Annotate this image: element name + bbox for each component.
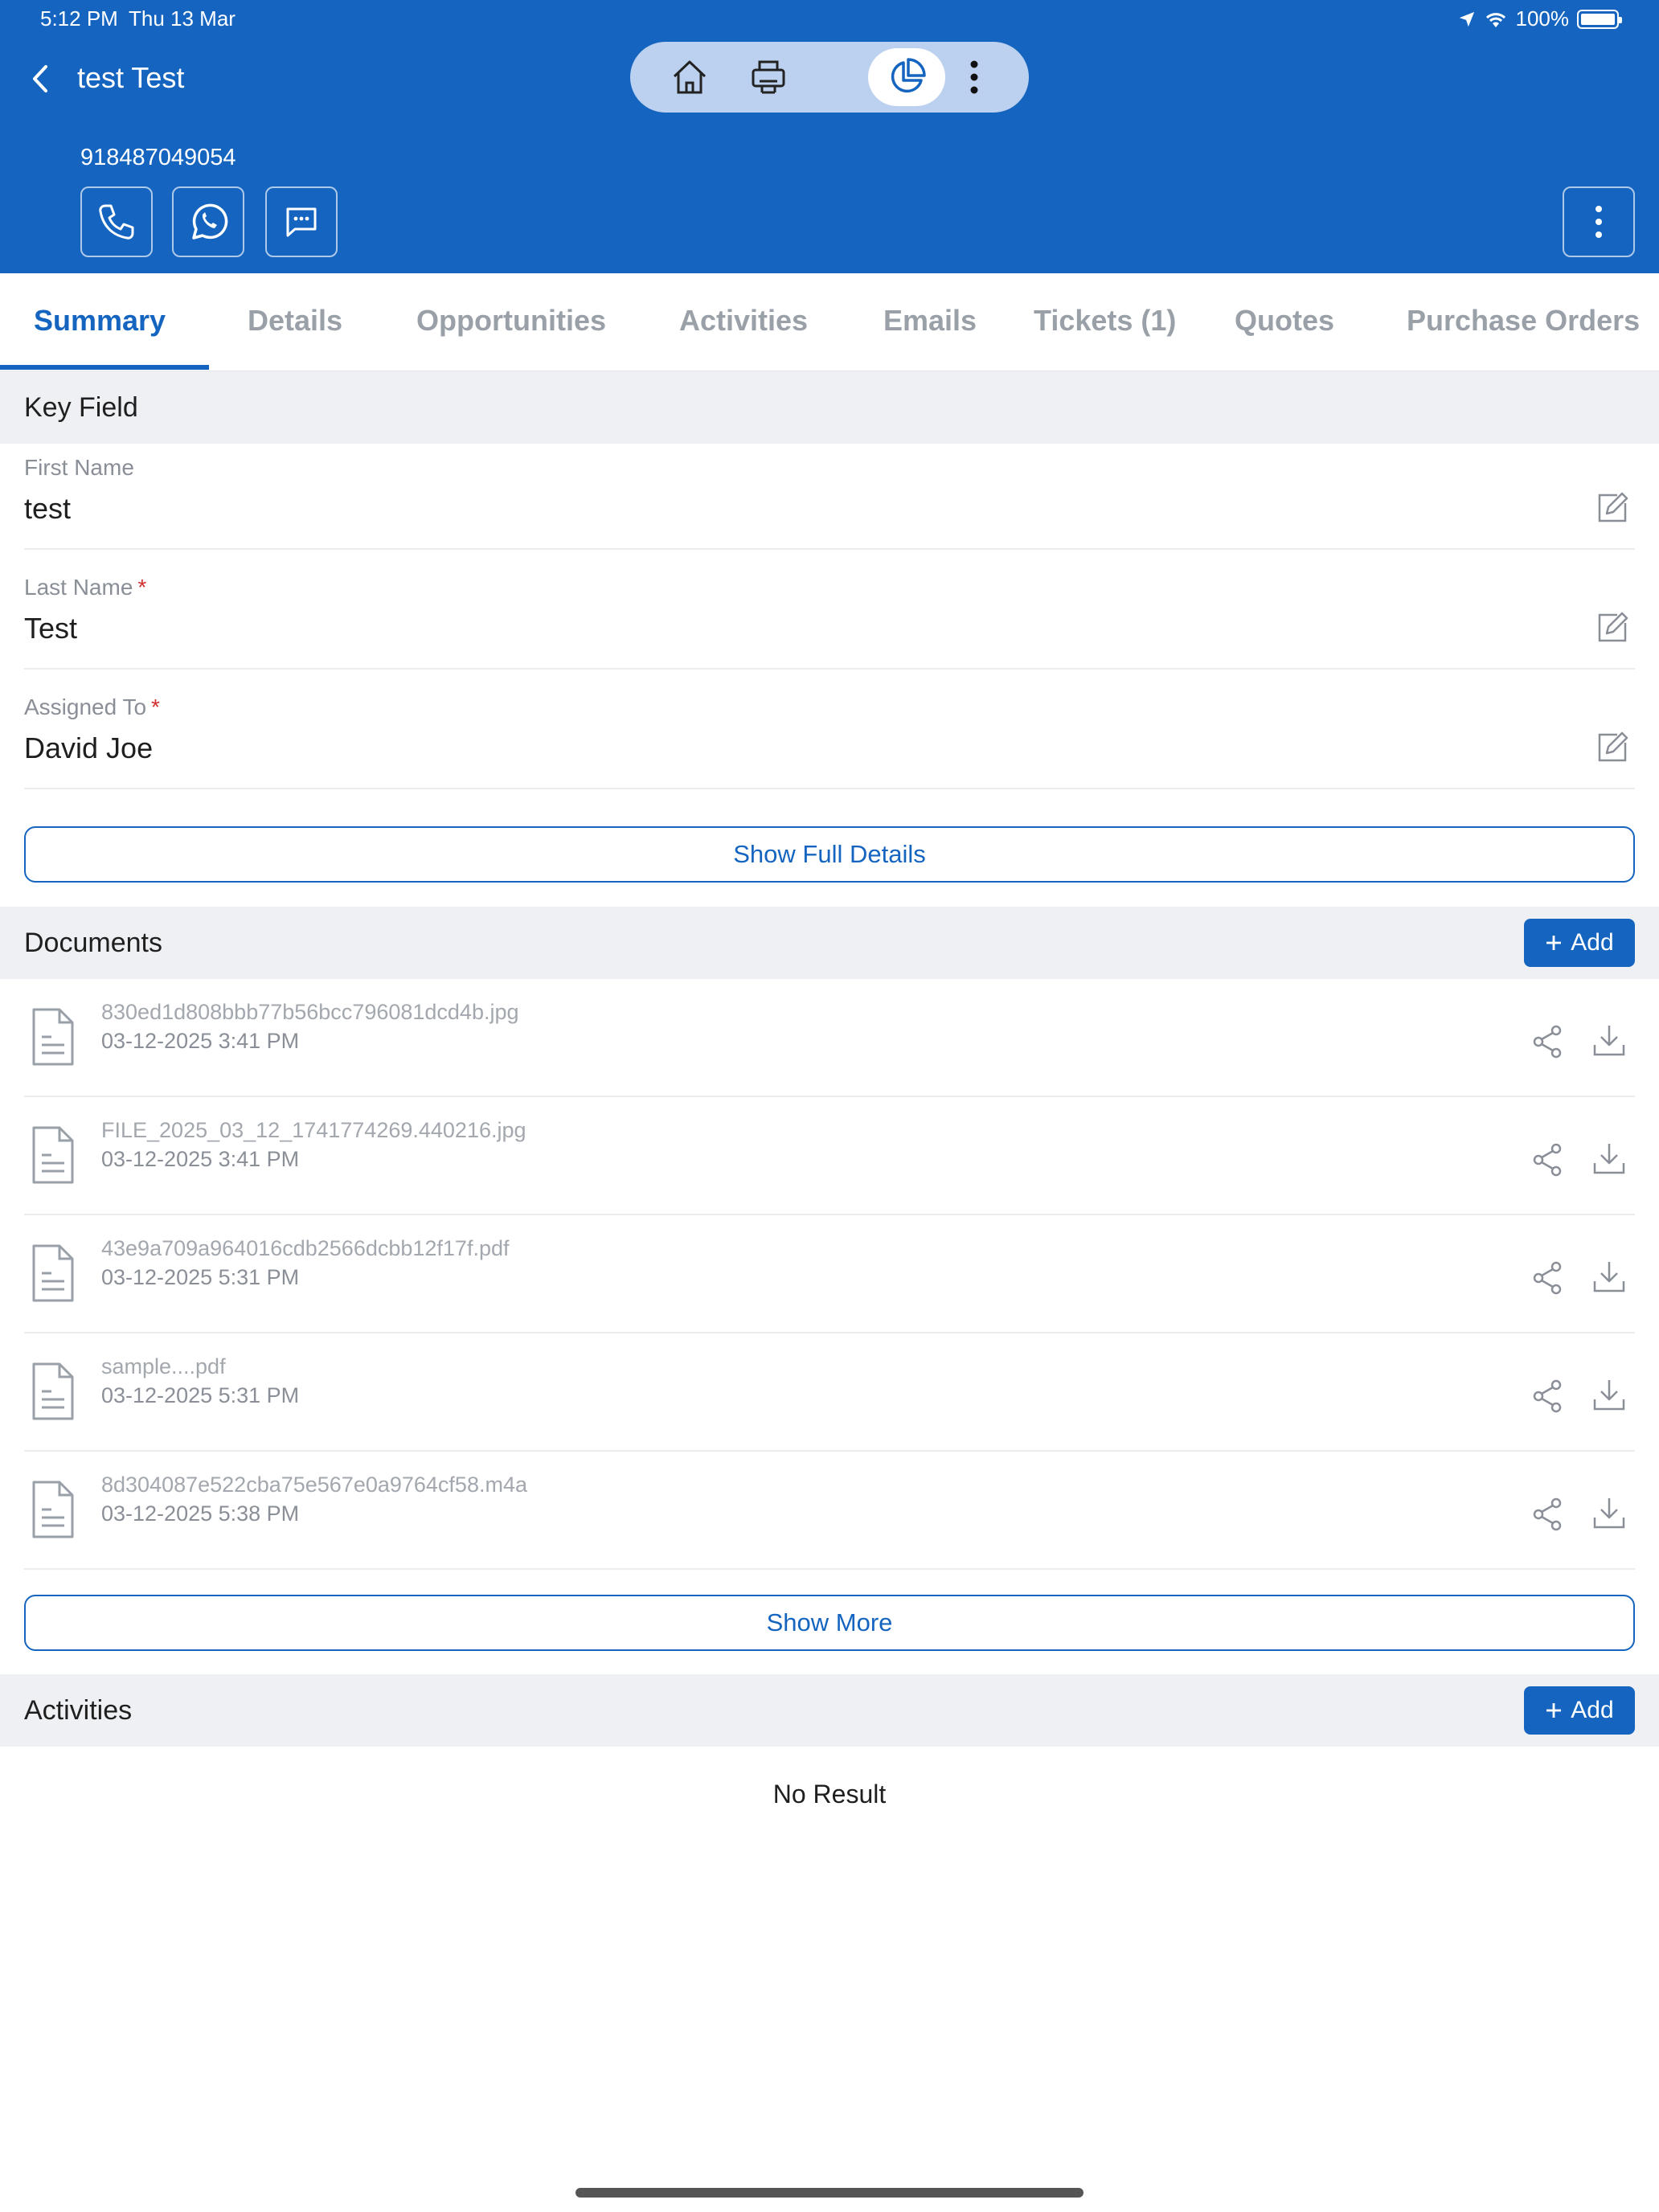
section-title: Key Field bbox=[24, 392, 138, 423]
phone-icon bbox=[99, 204, 134, 240]
edit-icon[interactable] bbox=[1595, 608, 1632, 645]
document-row[interactable]: 43e9a709a964016cdb2566dcbb12f17f.pdf 03-… bbox=[24, 1215, 1635, 1333]
download-icon[interactable] bbox=[1591, 1259, 1627, 1294]
document-name: 830ed1d808bbb77b56bcc796081dcd4b.jpg bbox=[101, 1000, 519, 1024]
field-label: Last Name * bbox=[24, 575, 147, 600]
location-icon bbox=[1459, 11, 1474, 27]
document-date: 03-12-2025 5:31 PM bbox=[101, 1383, 300, 1407]
active-tab-indicator bbox=[0, 365, 209, 370]
pie-chart-icon bbox=[891, 58, 926, 93]
back-button[interactable] bbox=[23, 56, 58, 101]
add-activity-button[interactable]: Add bbox=[1524, 1686, 1635, 1735]
tab-tickets[interactable]: Tickets (1) bbox=[1034, 273, 1176, 371]
key-field-section-header: Key Field bbox=[0, 371, 1659, 444]
document-name: sample....pdf bbox=[101, 1354, 226, 1378]
share-icon[interactable] bbox=[1530, 1260, 1566, 1296]
analytics-button[interactable] bbox=[868, 48, 945, 106]
required-marker: * bbox=[137, 575, 147, 600]
document-date: 03-12-2025 5:31 PM bbox=[101, 1265, 300, 1289]
download-icon[interactable] bbox=[1591, 1141, 1627, 1176]
call-button[interactable] bbox=[80, 186, 153, 257]
add-label: Add bbox=[1571, 1697, 1614, 1723]
tab-details[interactable]: Details bbox=[248, 273, 342, 371]
tab-activities[interactable]: Activities bbox=[679, 273, 808, 371]
document-row[interactable]: 830ed1d808bbb77b56bcc796081dcd4b.jpg 03-… bbox=[24, 979, 1635, 1097]
document-name: 8d304087e522cba75e567e0a9764cf58.m4a bbox=[101, 1473, 527, 1497]
share-icon[interactable] bbox=[1530, 1142, 1566, 1178]
field-label: Assigned To * bbox=[24, 694, 160, 719]
document-row[interactable]: sample....pdf 03-12-2025 5:31 PM bbox=[24, 1333, 1635, 1452]
documents-section-header: Documents Add bbox=[0, 907, 1659, 979]
edit-icon[interactable] bbox=[1595, 728, 1632, 765]
message-icon bbox=[286, 207, 317, 237]
add-label: Add bbox=[1571, 929, 1614, 956]
field-value: test bbox=[24, 492, 72, 525]
show-more-button[interactable]: Show More bbox=[24, 1595, 1635, 1651]
required-marker: * bbox=[151, 694, 160, 719]
field-first-name: First Name test bbox=[24, 440, 1635, 550]
download-icon[interactable] bbox=[1591, 1377, 1627, 1412]
document-icon bbox=[32, 1008, 74, 1066]
whatsapp-icon bbox=[192, 203, 228, 240]
phone-number: 918487049054 bbox=[80, 145, 236, 170]
share-icon[interactable] bbox=[1530, 1378, 1566, 1414]
app-header: 5:12 PM Thu 13 Mar 100% test Test 918487… bbox=[0, 0, 1659, 273]
download-icon[interactable] bbox=[1591, 1495, 1627, 1530]
field-value: David Joe bbox=[24, 731, 154, 764]
home-indicator[interactable] bbox=[576, 2188, 1083, 2198]
status-time: 5:12 PM bbox=[40, 6, 118, 31]
tab-summary[interactable]: Summary bbox=[34, 273, 166, 371]
wifi-icon bbox=[1485, 12, 1505, 27]
activities-section-header: Activities Add bbox=[0, 1674, 1659, 1747]
tab-opportunities[interactable]: Opportunities bbox=[416, 273, 606, 371]
share-icon[interactable] bbox=[1530, 1024, 1566, 1059]
document-name: 43e9a709a964016cdb2566dcbb12f17f.pdf bbox=[101, 1236, 510, 1260]
download-icon[interactable] bbox=[1591, 1022, 1627, 1058]
document-date: 03-12-2025 3:41 PM bbox=[101, 1029, 300, 1053]
document-name: FILE_2025_03_12_1741774269.440216.jpg bbox=[101, 1118, 526, 1142]
document-row[interactable]: FILE_2025_03_12_1741774269.440216.jpg 03… bbox=[24, 1097, 1635, 1215]
document-date: 03-12-2025 3:41 PM bbox=[101, 1147, 300, 1171]
field-value: Test bbox=[24, 612, 78, 645]
header-more-button[interactable] bbox=[1563, 186, 1635, 257]
document-icon bbox=[32, 1126, 74, 1184]
share-icon[interactable] bbox=[1530, 1497, 1566, 1532]
field-last-name: Last Name * Test bbox=[24, 560, 1635, 670]
document-icon bbox=[32, 1362, 74, 1420]
printer-icon bbox=[752, 60, 785, 94]
home-icon bbox=[673, 60, 707, 94]
empty-state-text: No Result bbox=[772, 1780, 887, 1809]
print-button[interactable] bbox=[730, 48, 807, 106]
field-assigned-to: Assigned To * David Joe bbox=[24, 680, 1635, 789]
field-label: First Name bbox=[24, 455, 134, 480]
status-indicators: 100% bbox=[1458, 6, 1622, 31]
more-vertical-icon bbox=[970, 60, 978, 94]
toolbar-pill bbox=[630, 42, 1029, 113]
document-row[interactable]: 8d304087e522cba75e567e0a9764cf58.m4a 03-… bbox=[24, 1452, 1635, 1570]
toolbar-more-button[interactable] bbox=[948, 48, 1000, 106]
add-document-button[interactable]: Add bbox=[1524, 919, 1635, 967]
section-title: Activities bbox=[24, 1695, 133, 1726]
tab-bar: Summary Details Opportunities Activities… bbox=[0, 273, 1659, 371]
section-title: Documents bbox=[24, 928, 162, 958]
battery-icon bbox=[1577, 9, 1622, 29]
tab-purchase-orders[interactable]: Purchase Orders bbox=[1407, 273, 1640, 371]
tab-quotes[interactable]: Quotes bbox=[1235, 273, 1334, 371]
status-date: Thu 13 Mar bbox=[129, 6, 236, 31]
battery-percent: 100% bbox=[1515, 6, 1570, 31]
edit-icon[interactable] bbox=[1595, 489, 1632, 526]
document-date: 03-12-2025 5:38 PM bbox=[101, 1501, 300, 1526]
whatsapp-button[interactable] bbox=[172, 186, 244, 257]
plus-icon bbox=[1546, 1703, 1562, 1718]
home-button[interactable] bbox=[651, 48, 728, 106]
message-button[interactable] bbox=[265, 186, 338, 257]
page-title: test Test bbox=[77, 61, 185, 94]
plus-icon bbox=[1546, 936, 1562, 950]
show-full-details-button[interactable]: Show Full Details bbox=[24, 826, 1635, 883]
more-vertical-icon bbox=[1596, 206, 1602, 238]
tab-emails[interactable]: Emails bbox=[883, 273, 977, 371]
chevron-left-icon bbox=[33, 65, 47, 92]
document-icon bbox=[32, 1244, 74, 1302]
document-icon bbox=[32, 1481, 74, 1538]
